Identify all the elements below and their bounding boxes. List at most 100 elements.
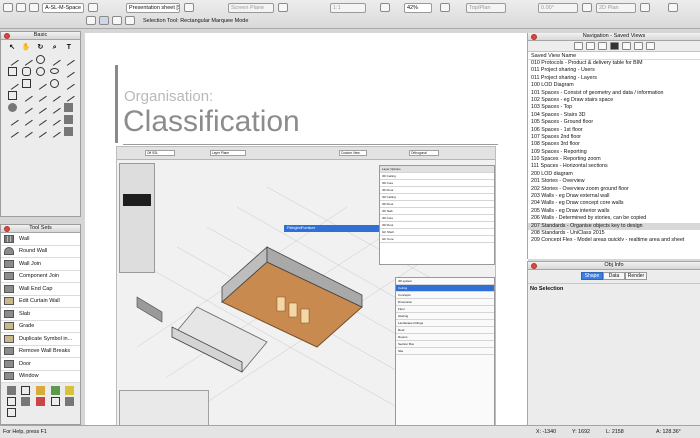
saved-view-item[interactable]: 103 Spaces - Top [528, 104, 700, 111]
saved-view-item[interactable]: 209 Concept Flex - Model areas quickly -… [528, 237, 700, 241]
tab-render[interactable]: Render [625, 272, 647, 280]
tool-round-wall[interactable]: Round Wall [1, 246, 80, 258]
site-planning-set-icon[interactable] [50, 386, 60, 395]
lock-icon[interactable] [278, 3, 288, 12]
rectangle-tool-icon[interactable] [7, 67, 17, 76]
class-select[interactable]: A-SL-M-Space [42, 3, 84, 13]
tool-component-join[interactable]: Component Join [1, 271, 80, 283]
space-planning-set-icon[interactable] [35, 397, 45, 406]
close-icon[interactable] [4, 33, 10, 39]
double-line-tool-icon[interactable] [62, 77, 76, 90]
symbol-insertion-tool-icon[interactable] [35, 55, 45, 64]
plane-select[interactable]: Screen Plane [228, 3, 274, 13]
saved-view-item[interactable]: 011 Project sharing - Layers [528, 75, 700, 82]
saved-view-item[interactable]: 104 Spaces - Stairs 3D [528, 112, 700, 119]
clip-tool-icon[interactable] [20, 113, 33, 126]
spiral-tool-icon[interactable] [50, 79, 60, 88]
saved-view-item[interactable]: 011 Project sharing - Users [528, 67, 700, 74]
circle-tool-icon[interactable] [35, 67, 45, 76]
tool-wall-join[interactable]: Wall Join [1, 258, 80, 271]
symbols-tab-icon[interactable] [645, 42, 655, 50]
tool-edit-curtain-wall[interactable]: Edit Curtain Wall [1, 296, 80, 308]
saved-view-column-header[interactable]: Saved View Name [528, 52, 700, 60]
options-icon[interactable] [125, 16, 135, 25]
sheet-select[interactable]: Presentation sheet [Sh... [126, 3, 180, 13]
close-icon[interactable] [531, 263, 537, 269]
dims-notes-set-icon[interactable] [21, 386, 31, 395]
lasso-mode-icon[interactable] [112, 16, 122, 25]
move-tool-icon[interactable] [34, 113, 47, 126]
building-shell-set-icon[interactable] [6, 386, 16, 395]
zoom-field[interactable]: 42% [404, 3, 432, 13]
saved-view-item[interactable]: 202 Stories - Overview zoom ground floor [528, 186, 700, 193]
dimension-tool-icon[interactable] [5, 53, 19, 66]
lighting-icon[interactable] [668, 3, 678, 12]
saved-view-item[interactable]: 109 Spaces - Reporting [528, 149, 700, 156]
tab-data[interactable]: Data [603, 272, 625, 280]
saved-view-item[interactable]: 107 Spaces 2nd floor [528, 134, 700, 141]
tool-remove-wall-breaks[interactable]: Remove Wall Breaks [1, 346, 80, 358]
pointer-mode-icon[interactable] [86, 16, 96, 25]
machine-design-set-icon[interactable] [21, 397, 31, 406]
class-icon[interactable] [29, 3, 39, 12]
visualization-set-icon[interactable] [35, 386, 45, 395]
design-layers-tab-icon[interactable] [573, 42, 583, 50]
tool-window[interactable]: Window [1, 371, 80, 383]
tool-grade[interactable]: Grade [1, 321, 80, 333]
selection-tool-icon[interactable]: ↖ [8, 43, 17, 52]
saved-view-item[interactable]: 105 Spaces - Ground floor [528, 119, 700, 126]
saved-view-item[interactable]: 106 Spaces - 1st floor [528, 127, 700, 134]
reshape-tool-icon[interactable] [5, 113, 19, 126]
detailing-set-icon[interactable] [6, 397, 16, 406]
furniture-set-icon[interactable] [65, 386, 75, 395]
saved-view-item-selected[interactable]: 207 Standards - Organise objects key to … [528, 222, 700, 230]
saved-view-item[interactable]: 201 Stories - Overview [528, 178, 700, 185]
section-tool-icon[interactable] [48, 125, 61, 138]
locus-tool-icon[interactable] [48, 53, 61, 66]
objects-set-icon[interactable] [65, 397, 75, 406]
polyline-tool-icon[interactable] [5, 77, 19, 90]
scale-field[interactable]: 1:1 [330, 3, 366, 13]
saved-view-item[interactable]: 110 Spaces - Reporting zoom [528, 156, 700, 163]
connect-combine-tool-icon[interactable] [48, 101, 61, 114]
view-cube-icon[interactable] [440, 3, 450, 12]
close-icon[interactable] [531, 34, 537, 40]
flyover-orbit-tool-icon[interactable] [5, 125, 19, 138]
render-select[interactable]: 2D Plan [596, 3, 636, 13]
zoom-icon[interactable] [380, 3, 390, 12]
double-polygon-tool-icon[interactable] [7, 91, 17, 100]
split-tool-icon[interactable] [20, 101, 33, 114]
saved-view-item[interactable]: 100 LOD Diagram [528, 82, 700, 89]
saved-view-item[interactable]: 204 Walls - eg Draw concept core walls [528, 200, 700, 207]
saved-views-tab-icon[interactable] [609, 42, 619, 50]
layer-icon[interactable] [16, 3, 26, 12]
saved-view-item[interactable]: 101 Spaces - Consist of geometry and dat… [528, 90, 700, 97]
pan-tool-icon[interactable]: ✋ [22, 43, 31, 52]
sheet-layers-tab-icon[interactable] [585, 42, 595, 50]
saved-view-item[interactable]: 111 Spaces - Horizontal sections [528, 163, 700, 170]
marquee-mode-icon[interactable] [99, 16, 109, 25]
plane-icon[interactable] [184, 3, 194, 12]
view-select[interactable]: Top/Plan [466, 3, 506, 13]
reference-tool-icon[interactable] [48, 113, 61, 126]
saved-view-item[interactable]: 102 Spaces - eg Draw stairs space [528, 97, 700, 104]
tool-duplicate-symbol[interactable]: Duplicate Symbol in... [1, 333, 80, 346]
references-tab-icon[interactable] [633, 42, 643, 50]
text-tool-icon[interactable]: T [64, 43, 73, 52]
render-mode-icon[interactable] [582, 3, 592, 12]
close-icon[interactable] [4, 226, 10, 232]
tool-wall[interactable]: Wall [1, 233, 80, 246]
tool-wall-end-cap[interactable]: Wall End Cap [1, 283, 80, 296]
attribute-mapping-tool-icon[interactable] [64, 103, 74, 112]
saved-view-item[interactable]: 205 Walls - eg Draw interior walls [528, 208, 700, 215]
line-tool-icon[interactable] [62, 53, 76, 66]
callout-tool-icon[interactable] [20, 53, 33, 66]
arc-tool-icon[interactable] [62, 65, 76, 78]
visibility-tool-icon[interactable] [64, 115, 74, 124]
offset-tool-icon[interactable] [34, 89, 47, 102]
fasteners-set-icon[interactable] [50, 397, 60, 406]
saved-view-item[interactable]: 200 LOD diagram [528, 171, 700, 178]
mirror-tool-icon[interactable] [48, 89, 61, 102]
drawing-area[interactable]: Organisation: Classification Off SSL Lay… [85, 33, 528, 425]
polygon-tool-icon[interactable] [21, 79, 31, 88]
